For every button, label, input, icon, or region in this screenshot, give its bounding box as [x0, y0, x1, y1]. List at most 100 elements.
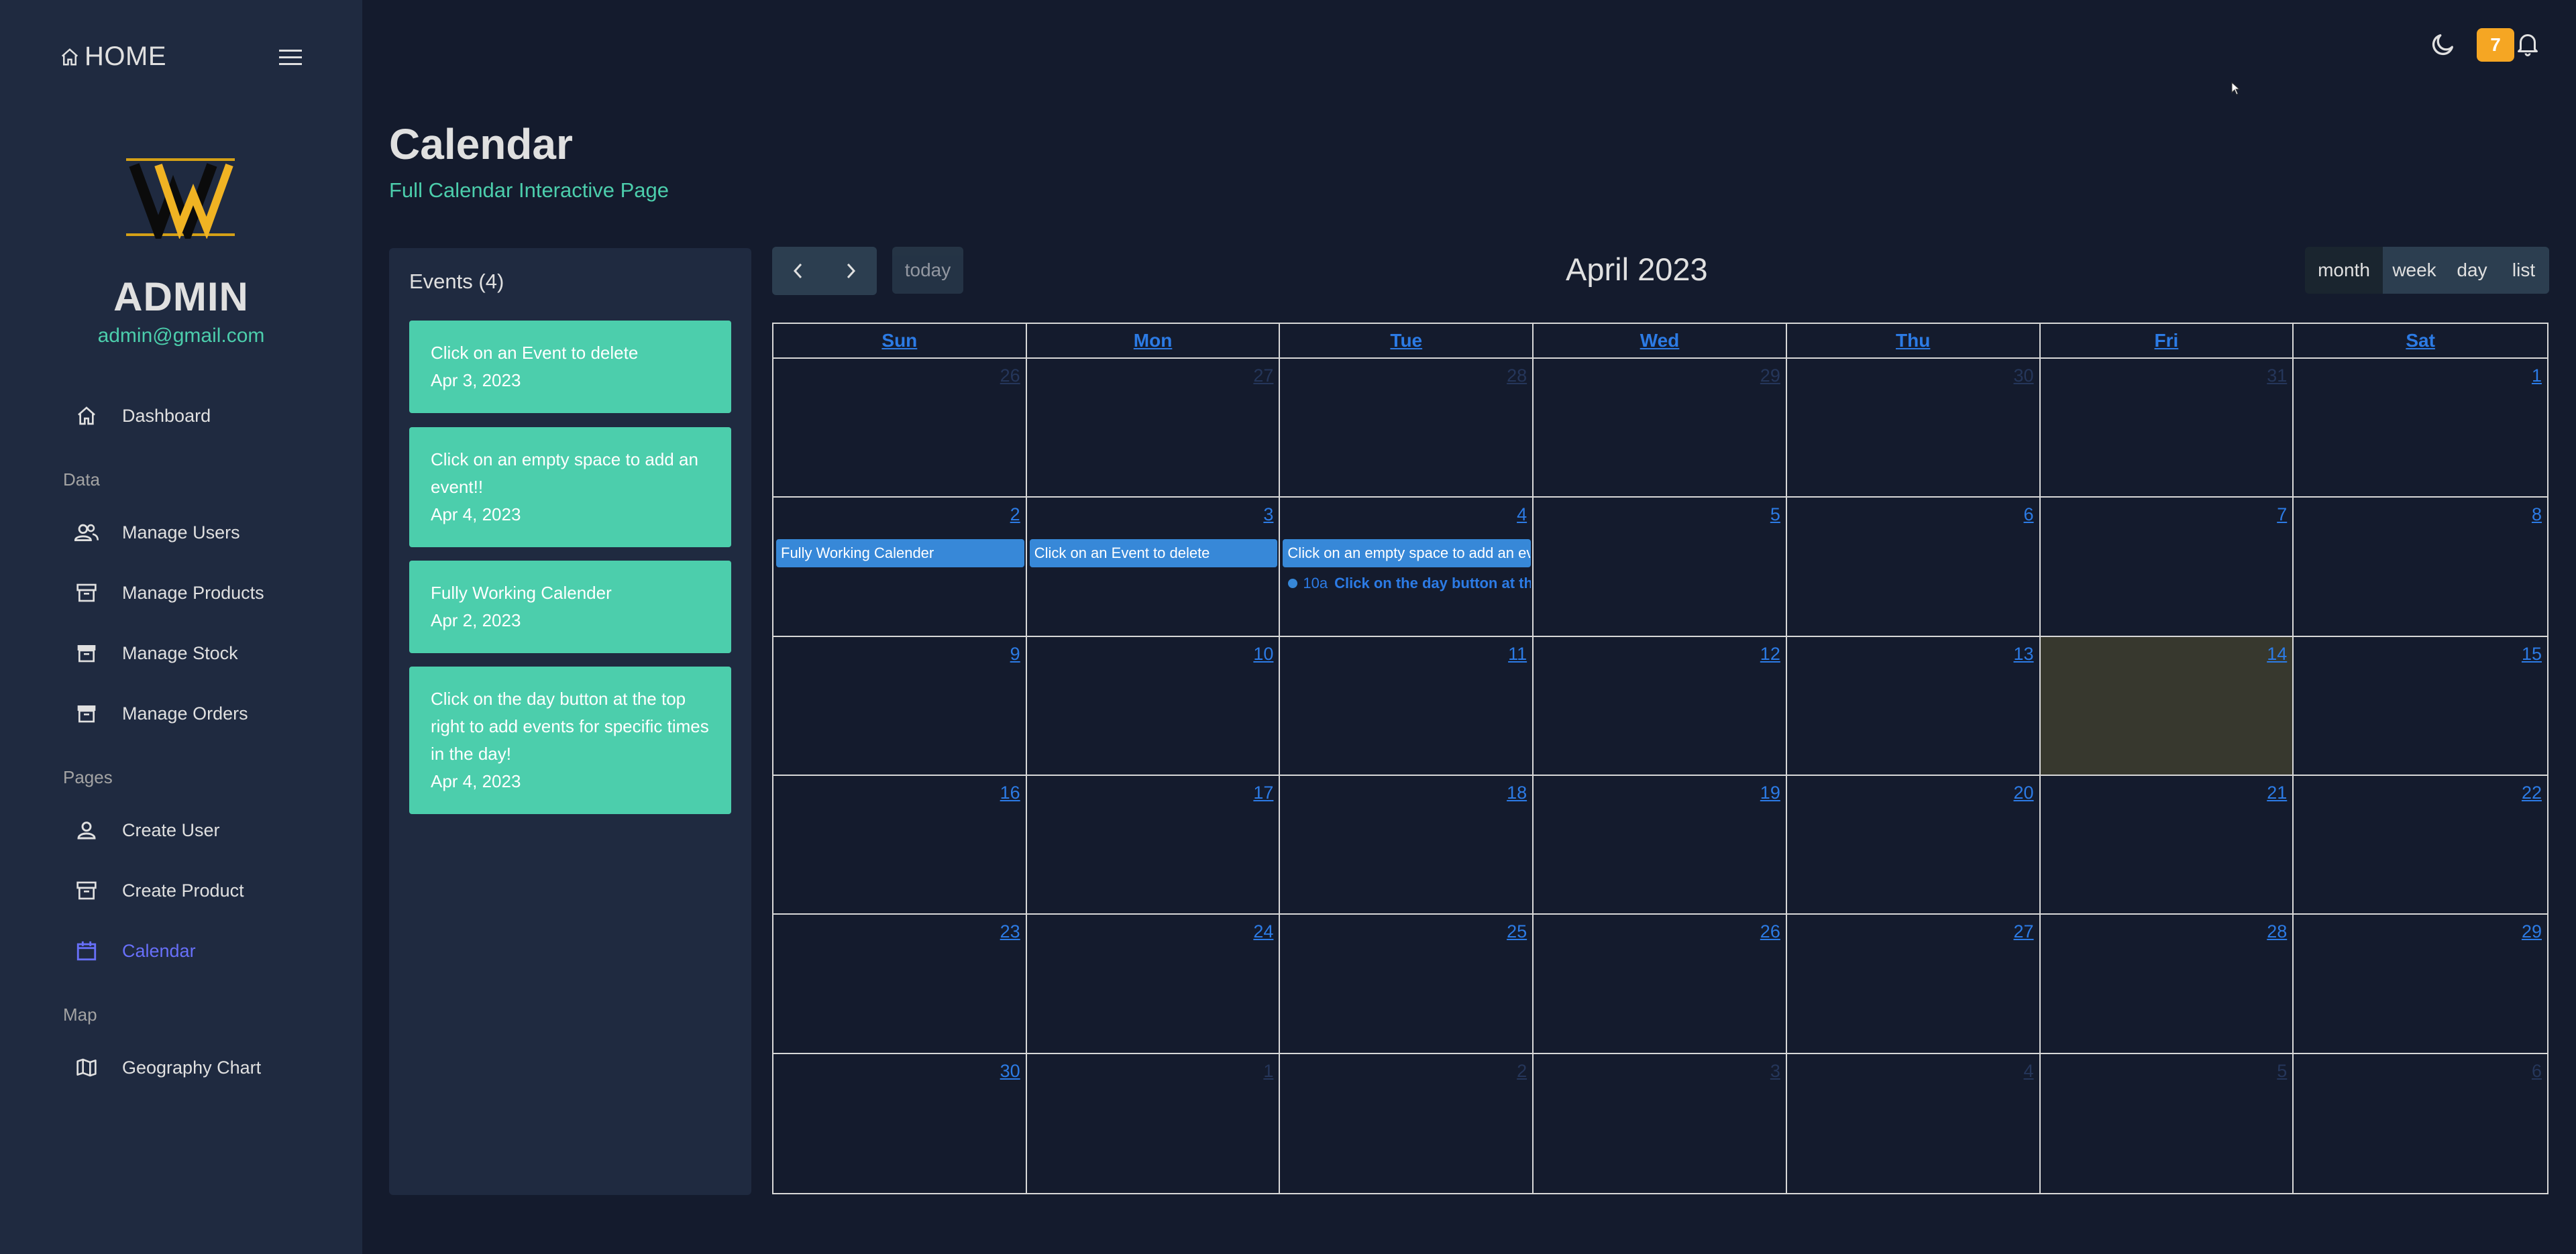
bell-icon[interactable] — [2516, 31, 2540, 58]
day-number[interactable]: 24 — [1253, 921, 1273, 942]
day-cell[interactable]: 6 — [2294, 1054, 2547, 1193]
day-number[interactable]: 6 — [2532, 1061, 2542, 1082]
day-cell[interactable]: 26 — [1534, 915, 1787, 1054]
day-number[interactable]: 20 — [2014, 783, 2034, 803]
day-number[interactable]: 2 — [1010, 504, 1020, 525]
day-cell[interactable]: 28 — [1280, 359, 1534, 498]
day-number[interactable]: 31 — [2267, 365, 2287, 386]
day-number[interactable]: 19 — [1760, 783, 1780, 803]
day-cell[interactable]: 4 — [1787, 1053, 2041, 1193]
day-cell[interactable]: 16 — [773, 776, 1027, 915]
day-cell[interactable]: 7 — [2040, 498, 2294, 637]
day-cell[interactable]: 5 — [1534, 498, 1787, 637]
day-cell[interactable]: 22 — [2294, 776, 2547, 915]
day-number[interactable]: 27 — [2014, 921, 2034, 942]
day-cell[interactable]: 25 — [1280, 915, 1534, 1054]
day-number[interactable]: 13 — [2014, 644, 2034, 665]
day-cell[interactable]: 2 — [1280, 1053, 1534, 1193]
event-bar-add-event[interactable]: Click on an empty space to add an event!… — [1283, 539, 1532, 568]
next-month-button[interactable] — [824, 247, 877, 295]
day-cell[interactable]: 18 — [1280, 776, 1534, 915]
weekday-header-mon[interactable]: Mon — [1027, 324, 1281, 357]
menu-icon[interactable] — [279, 48, 302, 67]
day-number[interactable]: 28 — [2267, 921, 2287, 942]
day-cell[interactable]: 1 — [1027, 1053, 1281, 1193]
day-number[interactable]: 16 — [1000, 783, 1020, 803]
day-number[interactable]: 1 — [2532, 365, 2542, 386]
day-number[interactable]: 17 — [1253, 783, 1273, 803]
sidebar-item-manage-orders[interactable]: Manage Orders — [74, 693, 248, 734]
timed-event[interactable]: 10a Click on the day button at the top ri… — [1288, 571, 1531, 595]
weekday-header-thu[interactable]: Thu — [1787, 324, 2041, 357]
sidebar-item-manage-products[interactable]: Manage Products — [74, 573, 264, 613]
day-cell[interactable]: 30 — [1786, 359, 2041, 498]
day-number[interactable]: 3 — [1770, 1061, 1780, 1082]
day-number[interactable]: 26 — [1000, 365, 1020, 386]
event-list-item[interactable]: Fully Working Calender Apr 2, 2023 — [409, 561, 731, 653]
day-number[interactable]: 8 — [2532, 504, 2542, 525]
day-cell[interactable]: 8 — [2294, 498, 2547, 637]
day-number[interactable]: 11 — [1508, 644, 1527, 665]
day-number[interactable]: 15 — [2522, 644, 2542, 665]
day-cell[interactable]: 14 — [2040, 636, 2294, 776]
day-cell[interactable]: 12 — [1534, 636, 1787, 776]
day-cell[interactable]: 9 — [773, 636, 1027, 776]
day-number[interactable]: 23 — [1000, 921, 1020, 942]
sidebar-item-create-product[interactable]: Create Product — [74, 870, 244, 911]
day-number[interactable]: 4 — [1517, 504, 1527, 525]
day-cell[interactable]: 19 — [1534, 776, 1787, 915]
day-number[interactable]: 12 — [1760, 644, 1780, 665]
day-cell[interactable]: 17 — [1026, 776, 1281, 915]
view-month-button[interactable]: month — [2305, 247, 2383, 294]
weekday-header-wed[interactable]: Wed — [1534, 324, 1787, 357]
day-cell[interactable]: 13 — [1786, 636, 2041, 776]
day-cell[interactable]: 29 — [1534, 359, 1787, 498]
day-number[interactable]: 5 — [2277, 1061, 2287, 1082]
day-number[interactable]: 29 — [2522, 921, 2542, 942]
view-day-button[interactable]: day — [2446, 247, 2498, 294]
sidebar-item-create-user[interactable]: Create User — [74, 810, 220, 850]
day-number[interactable]: 30 — [2014, 365, 2034, 386]
day-cell[interactable]: 31 — [2040, 359, 2294, 498]
day-cell[interactable]: 6 — [1786, 498, 2041, 637]
sidebar-item-manage-users[interactable]: Manage Users — [74, 512, 240, 553]
day-number[interactable]: 1 — [1263, 1061, 1273, 1082]
dark-mode-moon-icon[interactable] — [2430, 31, 2457, 58]
event-list-item[interactable]: Click on the day button at the top right… — [409, 667, 731, 814]
view-list-button[interactable]: list — [2498, 247, 2549, 294]
day-number[interactable]: 9 — [1010, 644, 1020, 665]
day-number[interactable]: 4 — [2024, 1061, 2034, 1082]
day-number[interactable]: 21 — [2267, 783, 2287, 803]
day-number[interactable]: 5 — [1770, 504, 1780, 525]
day-cell[interactable]: 11 — [1280, 636, 1534, 776]
day-cell[interactable]: 21 — [2040, 776, 2294, 915]
day-number[interactable]: 29 — [1760, 365, 1780, 386]
day-number[interactable]: 7 — [2277, 504, 2287, 525]
weekday-header-fri[interactable]: Fri — [2041, 324, 2294, 357]
day-number[interactable]: 27 — [1253, 365, 1273, 386]
day-cell[interactable]: 1 — [2294, 359, 2547, 498]
day-cell[interactable]: 3 — [1534, 1053, 1787, 1193]
day-number[interactable]: 30 — [1000, 1061, 1020, 1082]
home-link[interactable]: HOME — [59, 42, 166, 72]
weekday-header-sun[interactable]: Sun — [773, 324, 1027, 357]
day-cell[interactable]: 30 — [773, 1053, 1027, 1193]
day-number[interactable]: 26 — [1760, 921, 1780, 942]
day-cell[interactable]: 10 — [1026, 636, 1281, 776]
sidebar-item-geography-chart[interactable]: Geography Chart — [74, 1047, 261, 1088]
day-cell[interactable]: 24 — [1026, 915, 1281, 1054]
day-number[interactable]: 2 — [1517, 1061, 1527, 1082]
event-bar-fully-working[interactable]: Fully Working Calender — [776, 539, 1024, 568]
day-number[interactable]: 18 — [1507, 783, 1527, 803]
notification-badge[interactable]: 7 — [2477, 28, 2514, 62]
event-list-item[interactable]: Click on an Event to delete Apr 3, 2023 — [409, 321, 731, 413]
day-number[interactable]: 28 — [1507, 365, 1527, 386]
sidebar-item-dashboard[interactable]: Dashboard — [74, 396, 211, 436]
event-list-item[interactable]: Click on an empty space to add an event!… — [409, 427, 731, 547]
weekday-header-sat[interactable]: Sat — [2294, 324, 2547, 357]
day-cell[interactable]: 27 — [1026, 359, 1281, 498]
day-number[interactable]: 10 — [1253, 644, 1273, 665]
day-number[interactable]: 25 — [1507, 921, 1527, 942]
sidebar-item-manage-stock[interactable]: Manage Stock — [74, 633, 238, 673]
day-number[interactable]: 14 — [2267, 644, 2287, 665]
